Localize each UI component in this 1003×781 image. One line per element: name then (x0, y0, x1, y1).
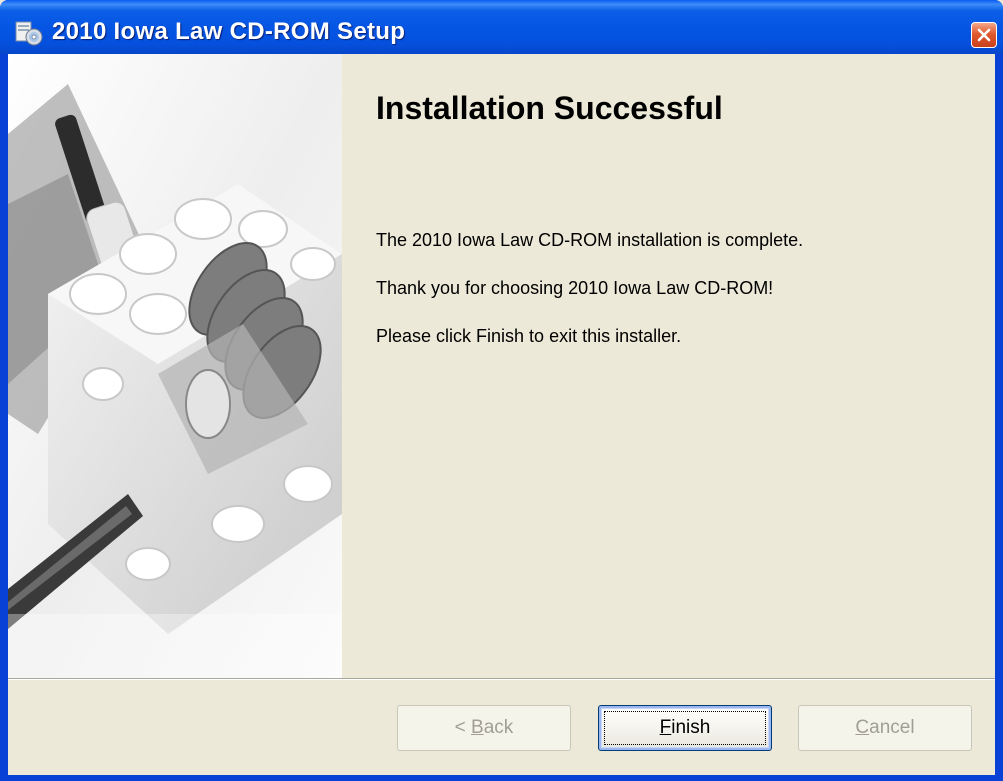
exit-instruction: Please click Finish to exit this install… (376, 326, 682, 346)
close-button[interactable] (971, 22, 997, 48)
cancel-button-rest: ancel (869, 717, 915, 738)
title-bar[interactable]: 2010 Iowa Law CD-ROM Setup (0, 0, 1003, 54)
back-button-mnemonic: B (471, 717, 484, 738)
thank-you-message: Thank you for choosing 2010 Iowa Law CD-… (376, 278, 774, 298)
setup-cd-icon (14, 20, 44, 46)
separator (8, 678, 995, 680)
dialog-client-area: Installation Successful The 2010 Iowa La… (8, 54, 995, 775)
page-title: Installation Successful (376, 90, 723, 126)
setup-window: 2010 Iowa Law CD-ROM Setup Installation … (0, 0, 1003, 781)
back-button-rest: ack (483, 717, 514, 738)
close-icon (977, 28, 991, 42)
back-button[interactable]: < Back (397, 705, 571, 751)
lego-gear-image (8, 54, 342, 678)
finish-button[interactable]: Finish (598, 705, 772, 751)
completion-message: The 2010 Iowa Law CD-ROM installation is… (376, 230, 804, 250)
finish-button-rest: inish (671, 717, 711, 738)
cancel-button-mnemonic: C (855, 717, 870, 738)
cancel-button[interactable]: Cancel (798, 705, 972, 751)
window-title: 2010 Iowa Law CD-ROM Setup (52, 18, 406, 45)
back-button-prefix: < (454, 717, 472, 738)
finish-button-mnemonic: F (659, 717, 672, 738)
